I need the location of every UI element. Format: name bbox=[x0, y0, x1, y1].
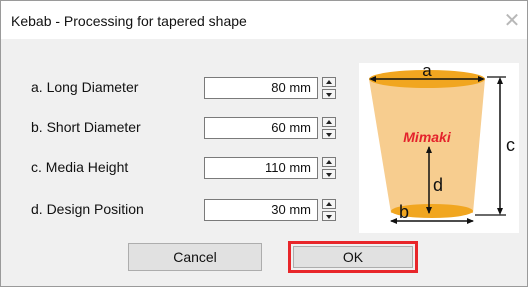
b-arrow-right-icon bbox=[467, 218, 474, 224]
label-long-diameter: a. Long Diameter bbox=[31, 79, 139, 95]
mimaki-logo: Mimaki bbox=[403, 129, 452, 145]
label-short-diameter: b. Short Diameter bbox=[31, 119, 141, 135]
short-diameter-spinner[interactable] bbox=[322, 117, 336, 139]
ok-button[interactable]: OK bbox=[293, 246, 413, 268]
long-diameter-input[interactable]: 80 mm bbox=[204, 77, 318, 99]
media-height-input[interactable]: 110 mm bbox=[204, 157, 318, 179]
spin-down-icon[interactable] bbox=[322, 211, 336, 221]
cup-diagram: a c Mimaki d b bbox=[369, 61, 515, 224]
label-media-height: c. Media Height bbox=[31, 159, 129, 175]
spin-down-icon[interactable] bbox=[322, 169, 336, 179]
tapered-shape-diagram: a c Mimaki d b bbox=[359, 61, 519, 233]
b-letter: b bbox=[399, 202, 409, 222]
media-height-spinner[interactable] bbox=[322, 157, 336, 179]
spin-up-icon[interactable] bbox=[322, 77, 336, 87]
spin-down-icon[interactable] bbox=[322, 89, 336, 99]
cup-body bbox=[369, 79, 485, 213]
long-diameter-spinner[interactable] bbox=[322, 77, 336, 99]
b-arrow-left-icon bbox=[390, 218, 397, 224]
spin-up-icon[interactable] bbox=[322, 157, 336, 167]
spin-down-icon[interactable] bbox=[322, 129, 336, 139]
dialog-window: Kebab - Processing for tapered shape ✕ a… bbox=[0, 0, 528, 287]
short-diameter-input[interactable]: 60 mm bbox=[204, 117, 318, 139]
c-arrow-down-icon bbox=[497, 208, 503, 215]
window-title: Kebab - Processing for tapered shape bbox=[11, 13, 247, 29]
design-position-spinner[interactable] bbox=[322, 199, 336, 221]
design-position-input[interactable]: 30 mm bbox=[204, 199, 318, 221]
cancel-button[interactable]: Cancel bbox=[128, 243, 262, 271]
a-letter: a bbox=[422, 63, 432, 80]
c-arrow-up-icon bbox=[497, 77, 503, 84]
c-letter: c bbox=[506, 135, 515, 155]
d-letter: d bbox=[433, 175, 443, 195]
label-design-position: d. Design Position bbox=[31, 201, 144, 217]
close-icon[interactable]: ✕ bbox=[501, 9, 523, 31]
title-bar: Kebab - Processing for tapered shape ✕ bbox=[1, 1, 527, 39]
spin-up-icon[interactable] bbox=[322, 199, 336, 209]
spin-up-icon[interactable] bbox=[322, 117, 336, 127]
